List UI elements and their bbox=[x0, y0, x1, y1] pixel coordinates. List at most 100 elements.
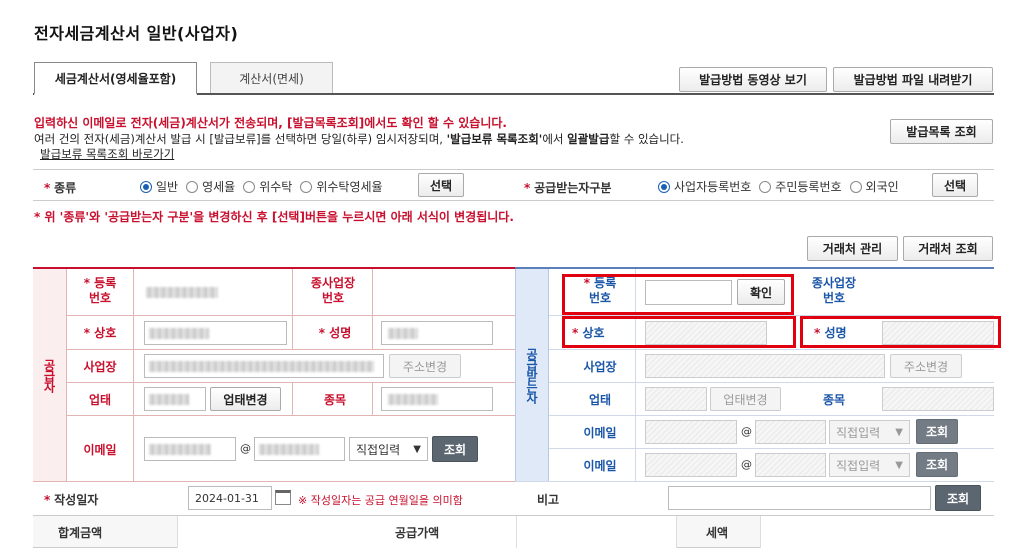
divider bbox=[33, 200, 994, 201]
receiver-email2-search-button[interactable]: 조회 bbox=[916, 452, 958, 477]
receiver-email2-id-input[interactable] bbox=[645, 453, 737, 477]
receiver-reg-no-input[interactable] bbox=[645, 280, 732, 305]
receiver-type-label: * 공급받는자구분 bbox=[524, 181, 612, 195]
label-text: 상호 bbox=[94, 326, 117, 340]
label-text: 성명 bbox=[824, 326, 847, 340]
at-sign: @ bbox=[741, 425, 752, 438]
receiver-side-text: 공급받는자 bbox=[524, 348, 539, 403]
supplier-company-input[interactable] bbox=[144, 321, 287, 345]
receiver-name-input[interactable] bbox=[882, 321, 994, 345]
issue-list-button[interactable]: 발급목록 조회 bbox=[890, 119, 993, 144]
supplier-biztype-change-button[interactable]: 업태변경 bbox=[210, 387, 281, 411]
supplier-company-label: * 상호 bbox=[83, 326, 117, 340]
partner-search-button[interactable]: 거래처 조회 bbox=[903, 236, 993, 261]
kind-radio-zero-rate[interactable]: 영세율 bbox=[186, 178, 235, 195]
supplier-address-change-button[interactable]: 주소변경 bbox=[389, 354, 461, 378]
blurred-value bbox=[149, 444, 211, 455]
supplier-address-label: 사업장 bbox=[83, 360, 117, 374]
radio-label: 사업자등록번호 bbox=[674, 180, 752, 194]
radio-icon bbox=[300, 180, 313, 193]
receiver-biztype-input[interactable] bbox=[645, 387, 707, 411]
supplier-biztype-input[interactable] bbox=[144, 387, 206, 411]
remark-input[interactable] bbox=[668, 486, 931, 510]
partner-manage-button[interactable]: 거래처 관리 bbox=[807, 236, 898, 261]
hold-list-link[interactable]: 발급보류 목록조회 바로가기 bbox=[40, 146, 174, 162]
divider bbox=[133, 269, 134, 482]
divider bbox=[67, 415, 515, 416]
divider bbox=[33, 481, 515, 482]
receiver-address-change-button[interactable]: 주소변경 bbox=[890, 354, 962, 378]
receiver-item-input[interactable] bbox=[882, 387, 994, 411]
receiver-confirm-button[interactable]: 확인 bbox=[737, 279, 785, 305]
supplier-item-input[interactable] bbox=[381, 387, 493, 411]
receiver-item-label: 종목 bbox=[822, 393, 846, 407]
radio-label: 주민등록번호 bbox=[775, 180, 842, 194]
label-text: 등록 번호 bbox=[88, 276, 117, 305]
supplier-top-border bbox=[33, 267, 515, 269]
receiver-side-label: 공급받는자 bbox=[515, 269, 549, 482]
kind-radio-consign[interactable]: 위수탁 bbox=[243, 178, 292, 195]
supplier-biztype-label: 업태 bbox=[88, 393, 112, 407]
supplier-item-label: 종목 bbox=[323, 393, 347, 407]
receiver-type-select-button[interactable]: 선택 bbox=[932, 173, 978, 197]
notice-info-text: 여러 건의 전자(세금)계산서 발급 시 [발급보류]를 선택하면 당일(하루)… bbox=[34, 131, 684, 147]
divider bbox=[549, 382, 994, 383]
receiver-email1-domain-input[interactable] bbox=[755, 420, 826, 444]
notice-info-part: 에서 bbox=[542, 132, 568, 146]
divider bbox=[292, 269, 293, 315]
supplier-reg-no-value bbox=[146, 287, 218, 298]
supplier-name-input[interactable] bbox=[381, 321, 493, 345]
supplier-email-domain-input[interactable] bbox=[254, 437, 345, 461]
kind-label: * 종류 bbox=[44, 181, 77, 195]
receiver-radio-resident-no[interactable]: 주민등록번호 bbox=[759, 178, 842, 195]
chevron-down-icon: ▼ bbox=[895, 459, 903, 471]
tab-tax-invoice[interactable]: 세금계산서(영세율포함) bbox=[34, 62, 197, 95]
receiver-type-radio-group: 사업자등록번호 주민등록번호 외국인 bbox=[658, 178, 907, 195]
radio-icon bbox=[849, 180, 862, 193]
supply-amount-value bbox=[517, 516, 677, 548]
supply-amount-label: 공급가액 bbox=[395, 526, 440, 540]
receiver-name-label: * 성명 bbox=[814, 326, 847, 340]
supplier-email-search-button[interactable]: 조회 bbox=[432, 436, 478, 462]
remark-search-button[interactable]: 조회 bbox=[935, 485, 981, 511]
divider bbox=[67, 382, 515, 383]
receiver-radio-foreigner[interactable]: 외국인 bbox=[849, 178, 899, 195]
receiver-email1-domain-select[interactable]: 직접입력 ▼ bbox=[829, 420, 910, 444]
select-value: 직접입력 bbox=[836, 425, 881, 440]
kind-radio-consign-zero[interactable]: 위수탁영세율 bbox=[300, 178, 383, 195]
receiver-email1-label: 이메일 bbox=[583, 426, 617, 440]
radio-icon bbox=[243, 180, 256, 193]
receiver-type-label-text: 공급받는자구분 bbox=[534, 181, 612, 195]
kind-radio-general[interactable]: 일반 bbox=[140, 178, 178, 195]
supplier-email-domain-select[interactable]: 직접입력 ▼ bbox=[349, 437, 428, 461]
kind-select-button[interactable]: 선택 bbox=[418, 173, 464, 197]
change-warning-text: * 위 '종류'와 '공급받는자 구분'을 변경하신 후 [선택]버튼을 누르시… bbox=[34, 210, 514, 224]
total-amount-value bbox=[177, 516, 517, 548]
radio-label: 위수탁영세율 bbox=[316, 180, 383, 194]
blurred-value bbox=[149, 394, 189, 405]
date-input[interactable]: 2024-01-31 bbox=[188, 486, 272, 510]
divider bbox=[549, 448, 994, 449]
notice-info-bold: '발급보류 목록조회' bbox=[446, 132, 543, 146]
receiver-email2-domain-select[interactable]: 직접입력 ▼ bbox=[829, 453, 910, 477]
receiver-address-input[interactable] bbox=[645, 354, 885, 378]
receiver-email1-id-input[interactable] bbox=[645, 420, 737, 444]
tab-invoice-tax-free[interactable]: 계산서(면세) bbox=[210, 62, 333, 94]
select-value: 직접입력 bbox=[356, 442, 401, 457]
notice-red-text: 입력하신 이메일로 전자(세금)계산서가 전송되며, [발급목록조회]에서도 확… bbox=[34, 116, 507, 130]
receiver-radio-biz-no[interactable]: 사업자등록번호 bbox=[658, 178, 751, 195]
supplier-email-id-input[interactable] bbox=[144, 437, 236, 461]
receiver-company-input[interactable] bbox=[645, 321, 767, 345]
divider bbox=[67, 349, 515, 350]
radio-icon bbox=[658, 180, 670, 193]
supplier-address-input[interactable] bbox=[144, 354, 384, 378]
remark-label: 비고 bbox=[537, 493, 560, 507]
file-download-button[interactable]: 발급방법 파일 내려받기 bbox=[833, 67, 993, 92]
receiver-email1-search-button[interactable]: 조회 bbox=[916, 419, 958, 444]
calendar-icon[interactable] bbox=[275, 490, 291, 505]
receiver-biztype-change-button[interactable]: 업태변경 bbox=[710, 387, 781, 411]
radio-label: 위수탁 bbox=[259, 180, 293, 194]
video-guide-button[interactable]: 발급방법 동영상 보기 bbox=[679, 67, 827, 92]
radio-icon bbox=[140, 180, 152, 193]
receiver-email2-domain-input[interactable] bbox=[755, 453, 826, 477]
